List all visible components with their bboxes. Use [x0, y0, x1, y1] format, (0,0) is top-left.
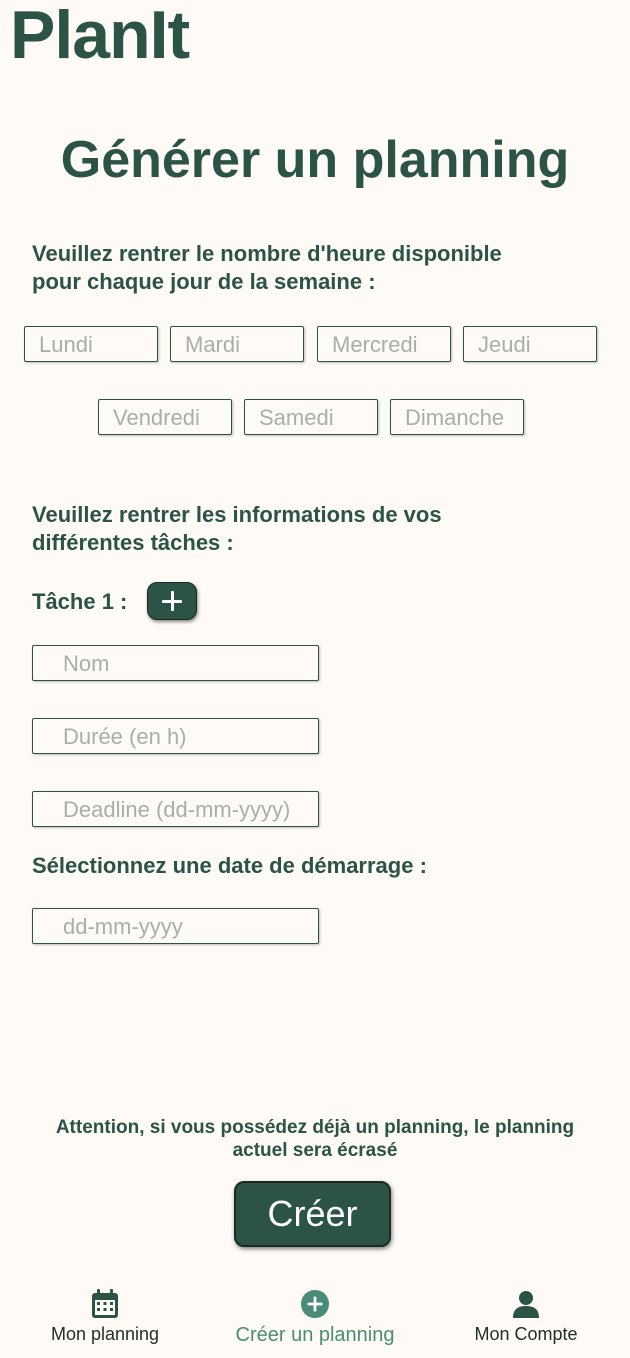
plus-icon	[162, 591, 182, 611]
app-logo: PlanIt	[10, 0, 190, 73]
warning-line2: actuel sera écrasé	[232, 1140, 398, 1161]
availability-label: Veuillez rentrer le nombre d'heure dispo…	[32, 240, 602, 296]
create-button[interactable]: Créer	[234, 1181, 391, 1247]
nav-item-mon-compte[interactable]: Mon Compte	[466, 1288, 586, 1352]
day-input-jeudi[interactable]	[463, 326, 597, 362]
nav-item-creer-planning[interactable]: Créer un planning	[225, 1288, 405, 1352]
start-date-input[interactable]	[32, 908, 319, 944]
day-input-samedi[interactable]	[244, 399, 378, 435]
page-title: Générer un planning	[60, 131, 570, 189]
day-input-mardi[interactable]	[170, 326, 304, 362]
warning-line1: Attention, si vous possédez déjà un plan…	[55, 1117, 575, 1138]
calendar-icon	[90, 1288, 120, 1320]
nav-item-mon-planning[interactable]: Mon planning	[45, 1288, 165, 1352]
start-date-label: Sélectionnez une date de démarrage :	[32, 853, 427, 878]
add-task-button[interactable]	[147, 582, 197, 620]
day-input-vendredi[interactable]	[98, 399, 232, 435]
nav-label-creer-planning: Créer un planning	[235, 1324, 395, 1346]
user-icon	[511, 1288, 541, 1320]
task-deadline-input[interactable]	[32, 791, 319, 827]
tasks-label: Veuillez rentrer les informations de vos…	[32, 501, 602, 557]
task-name-input[interactable]	[32, 645, 319, 681]
availability-label-line1: Veuillez rentrer le nombre d'heure dispo…	[32, 241, 502, 266]
day-input-lundi[interactable]	[24, 326, 158, 362]
nav-label-mon-planning: Mon planning	[50, 1324, 160, 1344]
tasks-label-line2: différentes tâches :	[32, 530, 234, 555]
task-duration-input[interactable]	[32, 718, 319, 754]
day-input-mercredi[interactable]	[317, 326, 451, 362]
tasks-label-line1: Veuillez rentrer les informations de vos	[32, 502, 442, 527]
availability-label-line2: pour chaque jour de la semaine :	[32, 269, 376, 294]
warning-text: Attention, si vous possédez déjà un plan…	[30, 1116, 600, 1162]
plus-circle-icon	[300, 1288, 330, 1320]
day-input-dimanche[interactable]	[390, 399, 524, 435]
nav-label-mon-compte: Mon Compte	[474, 1324, 578, 1344]
task-label: Tâche 1 :	[32, 589, 128, 614]
